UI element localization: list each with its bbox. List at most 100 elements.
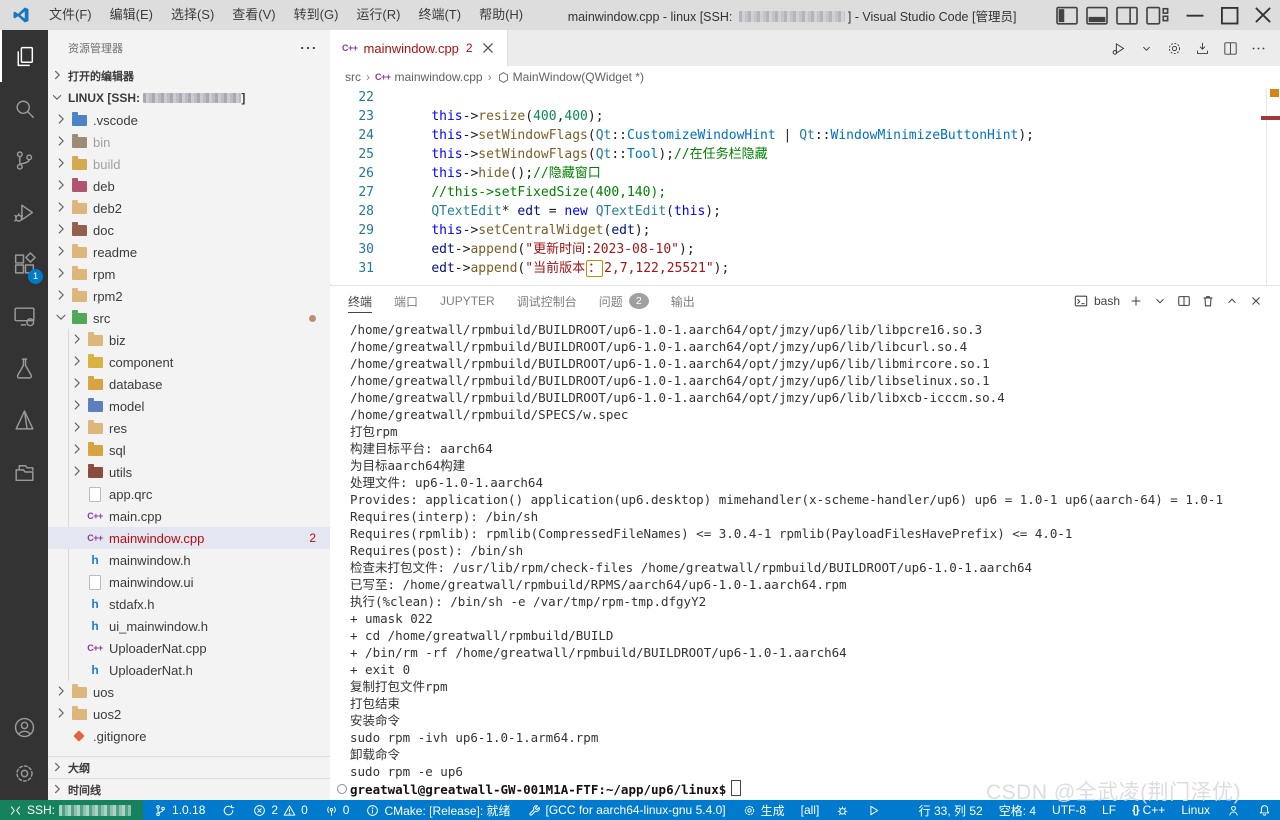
panel-tab-调试控制台[interactable]: 调试控制台 <box>517 286 577 316</box>
kill-terminal-icon[interactable] <box>1198 291 1218 311</box>
tree-item-doc[interactable]: doc <box>48 219 330 241</box>
tab-mainwindow-cpp[interactable]: C++ mainwindow.cpp 2 <box>330 30 508 66</box>
close-tab-icon[interactable] <box>479 39 497 57</box>
status-remote-host[interactable]: SSH: <box>0 800 143 820</box>
shell-label[interactable]: bash <box>1094 294 1120 308</box>
code-line-27[interactable]: 27 //this->setFixedSize(400,140); <box>330 183 1267 202</box>
customize-layout-icon[interactable] <box>1142 0 1172 30</box>
code-line-25[interactable]: 25 this->setWindowFlags(Qt::Tool);//在任务栏… <box>330 145 1267 164</box>
tree-item-build[interactable]: build <box>48 153 330 175</box>
tree-item-utils[interactable]: utils <box>48 461 330 483</box>
status-feedback[interactable] <box>1218 800 1249 820</box>
code-line-24[interactable]: 24 this->setWindowFlags(Qt::CustomizeWin… <box>330 126 1267 145</box>
workspace-root-section[interactable]: LINUX [SSH: ] <box>48 87 330 109</box>
status-language-mode[interactable]: {}C++ <box>1124 800 1173 820</box>
tree-item-readme[interactable]: readme <box>48 241 330 263</box>
code-line-26[interactable]: 26 this->hide();//隐藏窗口 <box>330 164 1267 183</box>
tree-item-uos2[interactable]: uos2 <box>48 703 330 725</box>
tree-item-model[interactable]: model <box>48 395 330 417</box>
run-debug-file-icon[interactable] <box>1106 36 1130 60</box>
tree-item-deb2[interactable]: deb2 <box>48 197 330 219</box>
breadcrumb-file[interactable]: mainwindow.cpp <box>395 70 483 84</box>
panel-tab-输出[interactable]: 输出 <box>671 286 695 316</box>
activity-search-icon[interactable] <box>0 82 48 134</box>
code-line-31[interactable]: 31 edt->append("当前版本：2,7,122,25521"); <box>330 259 1267 278</box>
minimize-icon[interactable] <box>1178 0 1212 30</box>
status-cmake-build[interactable]: 生成 <box>734 800 793 820</box>
tree-item-main.cpp[interactable]: C++main.cpp <box>48 505 330 527</box>
tree-item-res[interactable]: res <box>48 417 330 439</box>
close-panel-icon[interactable] <box>1246 291 1266 311</box>
tree-item-sql[interactable]: sql <box>48 439 330 461</box>
tree-item-mainwindow.ui[interactable]: mainwindow.ui <box>48 571 330 593</box>
new-terminal-icon[interactable] <box>1126 291 1146 311</box>
tree-item-.vscode[interactable]: .vscode <box>48 109 330 131</box>
tree-item-app.qrc[interactable]: app.qrc <box>48 483 330 505</box>
status-notifications[interactable] <box>1249 800 1280 820</box>
status-cmake-target[interactable]: [all] <box>793 800 828 820</box>
tree-item-biz[interactable]: biz <box>48 329 330 351</box>
menu-item[interactable]: 终端(T) <box>409 0 470 30</box>
status-cmake-run[interactable] <box>858 800 889 820</box>
panel-tab-问题[interactable]: 问题2 <box>599 286 649 316</box>
tree-item-uos[interactable]: uos <box>48 681 330 703</box>
activity-extensions-icon[interactable]: 1 <box>0 238 48 290</box>
overview-ruler[interactable] <box>1266 88 1280 285</box>
split-editor-icon[interactable] <box>1218 36 1242 60</box>
tree-item-rpm2[interactable]: rpm2 <box>48 285 330 307</box>
status-problems[interactable]: 20 <box>244 800 315 820</box>
status-cmake-debug[interactable] <box>827 800 858 820</box>
terminal-prompt[interactable]: greatwall@greatwall-GW-001M1A-FTF:~/app/… <box>350 780 1280 797</box>
more-actions-icon[interactable] <box>298 38 318 58</box>
status-indentation[interactable]: 空格: 4 <box>991 800 1044 820</box>
breadcrumb-src[interactable]: src <box>345 70 361 84</box>
activity-run-and-debug-icon[interactable] <box>0 186 48 238</box>
status-cursor-position[interactable]: 行 33, 列 52 <box>911 800 991 820</box>
chevron-down-icon[interactable] <box>1150 291 1170 311</box>
panel-tab-JUPYTER[interactable]: JUPYTER <box>440 286 495 316</box>
code-line-22[interactable]: 22 <box>330 88 1267 107</box>
status-git-sync[interactable] <box>213 800 244 820</box>
install-icon[interactable] <box>1190 36 1214 60</box>
tree-item-rpm[interactable]: rpm <box>48 263 330 285</box>
tree-item-database[interactable]: database <box>48 373 330 395</box>
status-cmake-status[interactable]: CMake: [Release]: 就绪 <box>357 800 518 820</box>
more-actions-icon[interactable] <box>1246 36 1270 60</box>
menu-item[interactable]: 选择(S) <box>162 0 223 30</box>
maximize-icon[interactable] <box>1212 0 1246 30</box>
toggle-sidebar-icon[interactable] <box>1052 0 1082 30</box>
code-line-28[interactable]: 28 QTextEdit* edt = new QTextEdit(this); <box>330 202 1267 221</box>
activity-source-control-icon[interactable] <box>0 134 48 186</box>
code-line-29[interactable]: 29 this->setCentralWidget(edt); <box>330 221 1267 240</box>
code-line-30[interactable]: 30 edt->append("更新时间:2023-08-10"); <box>330 240 1267 259</box>
menu-item[interactable]: 运行(R) <box>347 0 409 30</box>
tree-item-mainwindow.h[interactable]: hmainwindow.h <box>48 549 330 571</box>
activity-settings-icon[interactable] <box>0 750 48 796</box>
tree-item-stdafx.h[interactable]: hstdafx.h <box>48 593 330 615</box>
tree-item-deb[interactable]: deb <box>48 175 330 197</box>
tree-item-mainwindow.cpp[interactable]: C++mainwindow.cpp2 <box>48 527 330 549</box>
open-editors-section[interactable]: 打开的编辑器 <box>48 65 330 87</box>
panel-tab-端口[interactable]: 端口 <box>394 286 418 316</box>
settings-gear-icon[interactable] <box>1162 36 1186 60</box>
toggle-secondary-sidebar-icon[interactable] <box>1112 0 1142 30</box>
maximize-panel-icon[interactable] <box>1222 291 1242 311</box>
tree-item-UploaderNat.cpp[interactable]: C++UploaderNat.cpp <box>48 637 330 659</box>
menu-item[interactable]: 帮助(H) <box>470 0 532 30</box>
outline-section[interactable]: 大纲 <box>48 756 330 778</box>
tree-item-bin[interactable]: bin <box>48 131 330 153</box>
activity-account-icon[interactable] <box>0 704 48 750</box>
menu-item[interactable]: 编辑(E) <box>101 0 162 30</box>
activity-folders-icon[interactable] <box>0 446 48 498</box>
tree-item-src[interactable]: src <box>48 307 330 329</box>
menu-item[interactable]: 查看(V) <box>223 0 284 30</box>
toggle-panel-icon[interactable] <box>1082 0 1112 30</box>
breadcrumb-symbol[interactable]: MainWindow(QWidget *) <box>513 70 644 84</box>
activity-testing-icon[interactable] <box>0 342 48 394</box>
activity-remote-explorer-icon[interactable] <box>0 290 48 342</box>
code-editor[interactable]: 2223 this->resize(400,400);24 this->setW… <box>330 88 1267 284</box>
terminal-output[interactable]: /home/greatwall/rpmbuild/BUILDROOT/up6-1… <box>330 316 1280 801</box>
tree-item-ui_mainwindow.h[interactable]: hui_mainwindow.h <box>48 615 330 637</box>
status-ports[interactable]: 0 <box>316 800 358 820</box>
status-eol[interactable]: LF <box>1094 800 1124 820</box>
